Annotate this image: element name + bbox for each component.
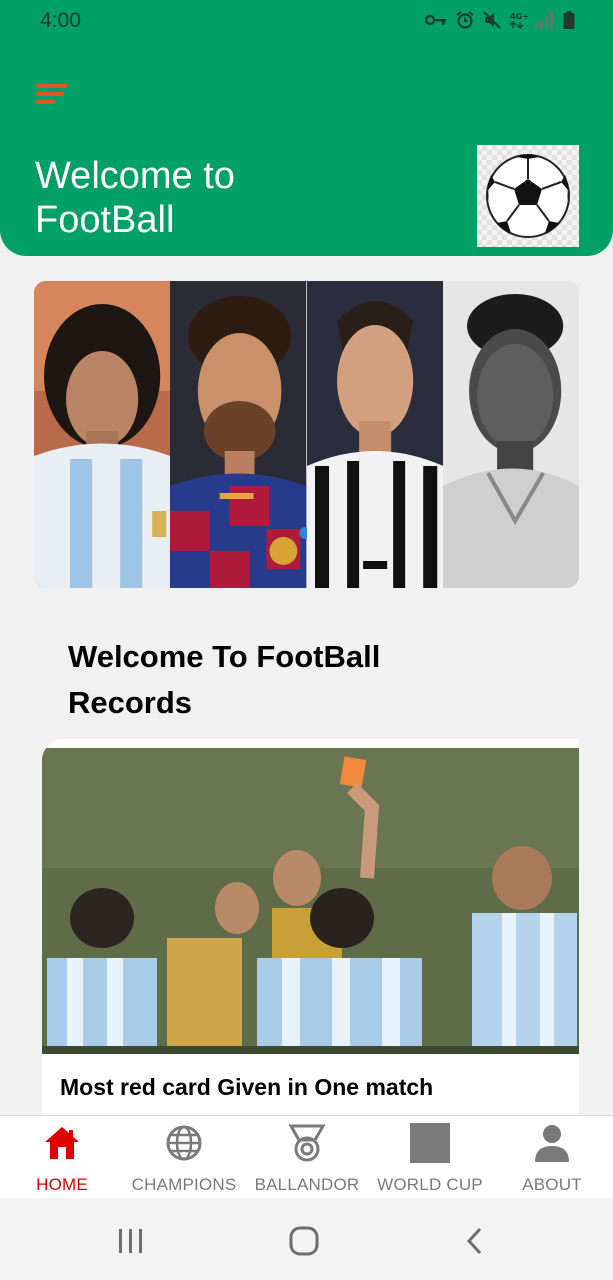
medal-icon [287, 1123, 327, 1163]
nav-label-ballandor: BALLANDOR [254, 1175, 360, 1194]
app-logo [477, 145, 579, 247]
home-circle-icon[interactable] [284, 1224, 324, 1258]
player-photo-3 [306, 281, 443, 588]
soccer-ball-icon [486, 154, 570, 238]
players-banner[interactable] [34, 281, 579, 588]
nav-item-home[interactable]: HOME [20, 1116, 104, 1199]
bottom-navigation: HOME CHAMPIONS BALLANDOR WORLD CUP ABOUT [0, 1115, 613, 1199]
nav-item-about[interactable]: ABOUT [510, 1116, 594, 1199]
alarm-icon [456, 11, 474, 34]
nav-label-home: HOME [36, 1175, 88, 1194]
news-caption: Most red card Given in One match [60, 1074, 434, 1100]
person-icon [532, 1123, 572, 1163]
system-navigation-bar [0, 1198, 613, 1280]
app-header: 4:00 4G+ Welcome to FootBall [0, 0, 613, 256]
hamburger-menu-icon[interactable] [36, 84, 68, 104]
nav-label-about: ABOUT [522, 1175, 582, 1194]
nav-label-champions: CHAMPIONS [131, 1175, 237, 1194]
player-photo-4 [442, 281, 579, 588]
battery-icon [563, 11, 575, 34]
status-bar: 4:00 4G+ [0, 0, 613, 44]
signal-4g-icon: 4G+ [509, 11, 554, 34]
player-photo-2 [170, 281, 307, 588]
globe-icon [164, 1123, 204, 1163]
mute-icon [483, 11, 501, 34]
square-icon [410, 1123, 450, 1163]
section-title: Welcome To FootBall Records [68, 639, 381, 720]
red-card-match-photo [42, 748, 579, 1054]
player-photo-1 [34, 281, 171, 588]
status-icons: 4G+ [424, 11, 575, 34]
home-icon [42, 1123, 82, 1163]
recent-apps-icon[interactable] [111, 1224, 151, 1258]
header-title: Welcome to FootBall [35, 155, 235, 241]
news-card[interactable]: Most red card Given in One match [42, 739, 579, 1115]
nav-item-world-cup[interactable]: WORLD CUP [372, 1116, 488, 1199]
status-time: 4:00 [40, 9, 81, 32]
nav-item-ballandor[interactable]: BALLANDOR [250, 1116, 364, 1199]
back-icon[interactable] [455, 1224, 495, 1258]
key-icon [424, 13, 447, 32]
nav-label-world-cup: WORLD CUP [377, 1175, 483, 1194]
svg-text:4G+: 4G+ [510, 12, 529, 21]
nav-item-champions[interactable]: CHAMPIONS [125, 1116, 243, 1199]
